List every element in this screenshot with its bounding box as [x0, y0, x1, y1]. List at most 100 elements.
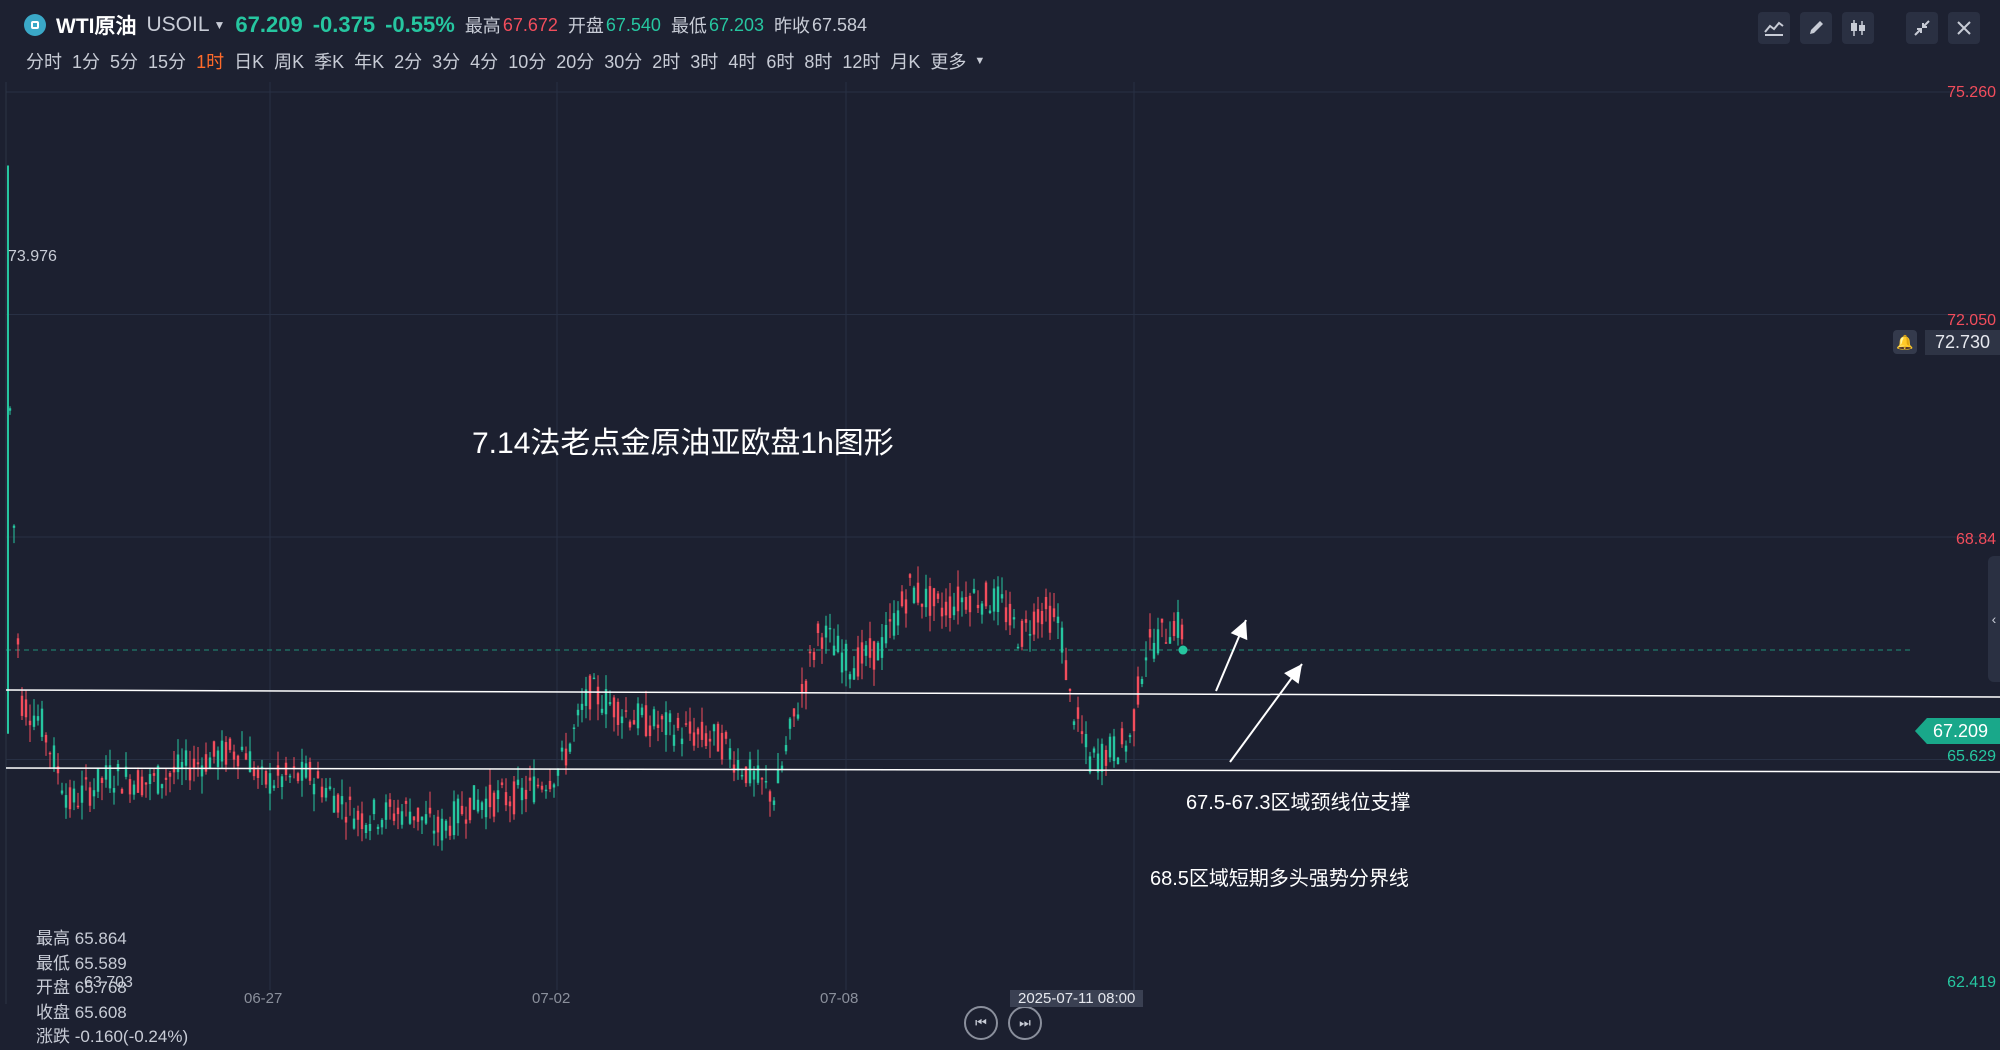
timeframe-tab[interactable]: 30分 — [602, 48, 650, 74]
chevron-down-icon[interactable]: ▼ — [974, 55, 985, 67]
chevron-left-icon[interactable]: ‹ — [1988, 556, 2000, 682]
timeframe-tab[interactable]: 5分 — [108, 48, 146, 74]
candle-body — [712, 724, 716, 732]
candle-body — [624, 710, 628, 712]
candle-body — [396, 807, 400, 815]
timeframe-tab[interactable]: 周K — [272, 48, 312, 74]
ohlc-chg-label: 涨跌 — [36, 1027, 70, 1046]
candle-body — [220, 740, 224, 762]
candle-body — [648, 725, 652, 737]
candle-body — [32, 715, 36, 727]
timeframe-tab[interactable]: 3分 — [430, 48, 468, 74]
skip-forward-icon[interactable]: ⏭ — [1008, 1006, 1042, 1040]
price-alert[interactable]: 🔔 72.730 — [1892, 328, 2000, 356]
candle-body — [828, 627, 832, 630]
date-label: 07-08 — [820, 990, 859, 1007]
timeframe-tab[interactable]: 15分 — [146, 48, 194, 74]
timeframe-tab[interactable]: 12时 — [840, 48, 888, 74]
candle-body — [672, 734, 676, 746]
timeframe-tab[interactable]: 4分 — [468, 48, 506, 74]
candle-body — [192, 758, 196, 768]
candle-body — [612, 697, 616, 718]
candle-body — [852, 668, 856, 680]
ohlc-panel: 最高 65.864 最低 65.589 开盘 65.768 收盘 65.608 … — [36, 927, 188, 1050]
timeframe-tab[interactable]: 10分 — [506, 48, 554, 74]
candle-body — [984, 582, 988, 607]
close-icon[interactable] — [1948, 12, 1980, 44]
candle-body — [1060, 627, 1064, 653]
timeframe-tab[interactable]: 月K — [888, 48, 928, 74]
indicator-icon[interactable] — [1758, 12, 1790, 44]
candle-body — [560, 747, 564, 752]
price-change: -0.375 — [312, 12, 376, 37]
candle-body — [384, 802, 388, 820]
candle-body — [52, 745, 56, 768]
symbol-code-selector[interactable]: USOIL — [146, 13, 209, 37]
candle-body — [424, 814, 428, 824]
timeframe-tab[interactable]: 季K — [312, 48, 352, 74]
timeframe-tab[interactable]: 8时 — [802, 48, 840, 74]
candle-body — [484, 798, 488, 818]
candle-body — [24, 699, 28, 718]
timeframe-tab[interactable]: 3时 — [688, 48, 726, 74]
candle-body — [840, 652, 844, 673]
timeframe-bar: 分时 1分 5分 15分 1时 日K 周K 季K 年K 2分 3分 4分 10分 20分 30分 2时 3时 4时… — [24, 46, 985, 76]
price-change-pct: -0.55% — [385, 12, 455, 37]
candle-body — [224, 742, 228, 765]
timeframe-tab[interactable]: 1分 — [70, 48, 108, 74]
timeframe-tab[interactable]: 年K — [352, 48, 392, 74]
candle-body — [920, 603, 924, 607]
candle-body — [1124, 745, 1128, 752]
candle-type-icon[interactable] — [1842, 12, 1874, 44]
timeframe-tab[interactable]: 2时 — [650, 48, 688, 74]
candle-body — [40, 708, 44, 737]
candle-body — [364, 824, 368, 834]
candle-body — [516, 779, 520, 786]
low-label: 最低 — [670, 16, 707, 36]
timeframe-tab[interactable]: 4时 — [726, 48, 764, 74]
candle-body — [1072, 721, 1076, 725]
collapse-icon[interactable] — [1906, 12, 1938, 44]
candle-body — [708, 738, 712, 742]
candle-body — [172, 766, 176, 773]
chart-canvas[interactable] — [0, 82, 2000, 1004]
timeframe-tab[interactable]: 20分 — [554, 48, 602, 74]
timeframe-tab[interactable]: 分时 — [24, 48, 70, 74]
skip-back-icon[interactable]: ⏮ — [964, 1006, 998, 1040]
candle-body — [628, 721, 632, 728]
timeframe-tab[interactable]: 更多 — [928, 48, 974, 74]
candle-body — [992, 588, 996, 612]
candlestick-chart[interactable]: 75.260 72.050 68.84 65.629 62.419 🔔 72.7… — [0, 82, 2000, 1046]
ohlc-close-label: 收盘 — [36, 1002, 70, 1022]
candle-body — [428, 807, 432, 814]
price-axis-label: 75.260 — [1947, 84, 1996, 101]
candle-body — [1140, 679, 1144, 684]
candle-body — [1004, 607, 1008, 623]
candle-body — [1052, 608, 1056, 618]
candle-body — [764, 780, 768, 783]
candle-body — [892, 613, 896, 636]
timeframe-tab[interactable]: 6时 — [764, 48, 802, 74]
candle-body — [348, 796, 352, 800]
candle-body — [492, 792, 496, 817]
candle-body — [1032, 611, 1036, 635]
candle-body — [1176, 612, 1180, 638]
candle-body — [244, 753, 248, 760]
timeframe-tab[interactable]: 2分 — [392, 48, 430, 74]
candle-body — [784, 745, 788, 752]
chevron-down-icon[interactable]: ▼ — [214, 18, 226, 32]
low-value: 67.203 — [708, 14, 764, 35]
candle-body — [636, 703, 640, 729]
bell-icon[interactable]: 🔔 — [1892, 330, 1917, 354]
candle-body — [236, 755, 240, 767]
neckline-support-line — [5, 689, 2000, 698]
candle-body — [276, 765, 280, 776]
candle-body — [1008, 603, 1012, 626]
draw-icon[interactable] — [1800, 12, 1832, 44]
candle-body — [1160, 618, 1164, 623]
candle-body — [184, 750, 188, 766]
candle-body — [576, 709, 580, 716]
timeframe-tab[interactable]: 1时 — [194, 48, 232, 74]
candle-body — [408, 811, 412, 824]
timeframe-tab[interactable]: 日K — [232, 48, 272, 74]
